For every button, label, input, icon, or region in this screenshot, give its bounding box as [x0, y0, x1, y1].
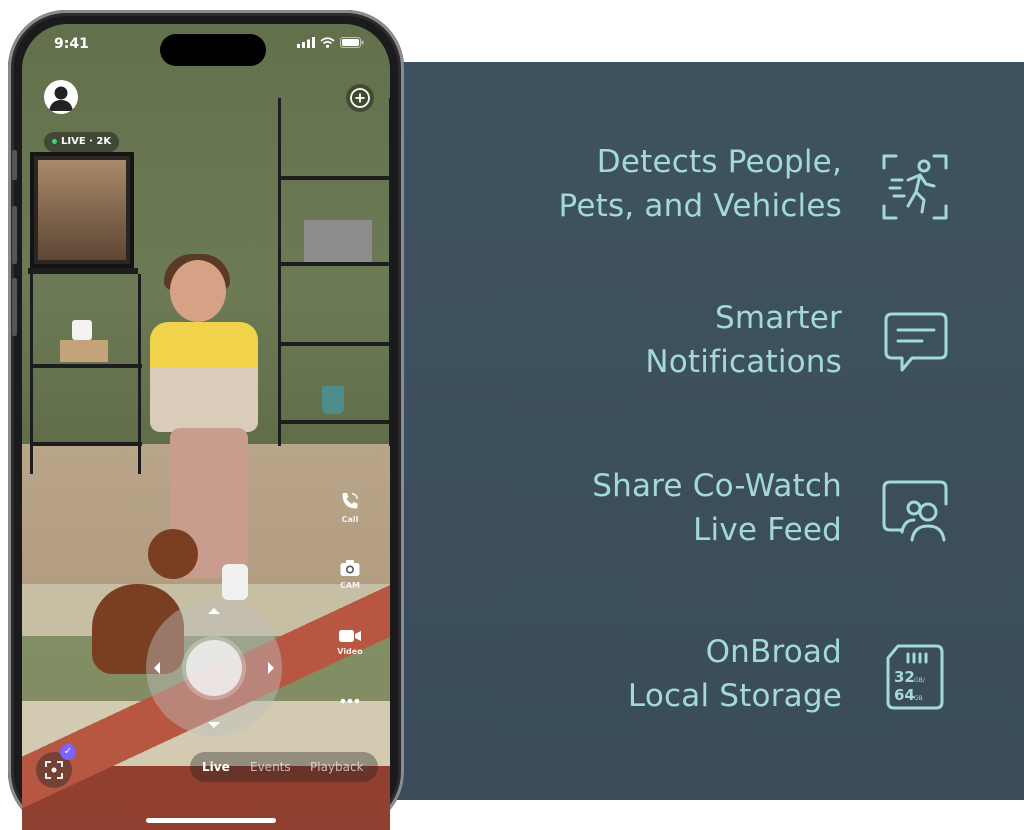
feature-storage: OnBroad Local Storage 32 GB/ 64 GB — [330, 630, 1024, 750]
feature-line: Local Storage — [627, 678, 842, 714]
feature-line: Live Feed — [693, 512, 842, 548]
video-record-button[interactable]: Video — [330, 628, 370, 656]
live-resolution-badge: LIVE · 2K — [44, 132, 120, 152]
storage-box — [304, 220, 372, 262]
sd-unit-top: GB/ — [914, 677, 926, 684]
status-time: 9:41 — [54, 36, 89, 52]
dog-head — [148, 529, 198, 579]
dynamic-island — [160, 34, 266, 66]
camera-live-view[interactable]: 9:41 LIVE · 2K Call CAM Video ✓ Live Eve… — [22, 24, 390, 830]
profile-avatar-button[interactable] — [44, 80, 78, 114]
feature-detection-text: Detects People, Pets, and Vehicles — [559, 140, 842, 228]
verified-badge: ✓ — [60, 744, 76, 760]
shelf-board — [278, 420, 390, 424]
arrow-down-icon — [208, 722, 220, 728]
cam-label: CAM — [339, 581, 361, 590]
tab-live[interactable]: Live — [202, 752, 230, 782]
tv-picture — [38, 160, 126, 260]
feature-storage-text: OnBroad Local Storage — [628, 630, 842, 718]
side-button — [12, 206, 17, 264]
shelf-board — [278, 342, 390, 346]
camera-icon — [340, 560, 360, 576]
tab-events[interactable]: Events — [250, 752, 291, 782]
call-button[interactable]: Call — [330, 490, 370, 524]
live-indicator-dot — [52, 138, 57, 144]
call-label: Call — [341, 515, 359, 524]
video-icon — [339, 630, 361, 642]
feature-detection: Detects People, Pets, and Vehicles — [330, 140, 1024, 260]
books — [60, 340, 108, 362]
arrow-left-icon — [154, 662, 160, 674]
feature-line: Pets, and Vehicles — [558, 188, 842, 224]
plus-circle-icon — [350, 88, 370, 108]
joystick-knob[interactable] — [186, 640, 242, 696]
phone-call-icon — [342, 492, 359, 509]
shared-user-icon — [878, 474, 952, 548]
camera-snapshot-button[interactable]: CAM — [330, 558, 370, 590]
video-label: Video — [337, 647, 363, 656]
status-icons — [297, 37, 364, 48]
add-device-button[interactable] — [346, 84, 374, 112]
arrow-right-icon — [268, 662, 274, 674]
sd-size-top: 32 — [894, 668, 915, 686]
battery-icon — [340, 37, 364, 48]
feature-line: Smarter — [715, 300, 842, 336]
feature-line: Detects People, — [596, 144, 842, 180]
arrow-up-icon — [208, 608, 220, 614]
tv-screen — [30, 152, 134, 268]
side-button — [12, 278, 17, 336]
sd-card-icon: 32 GB/ 64 GB — [878, 640, 952, 714]
more-options-button[interactable] — [330, 698, 370, 704]
feature-line: OnBroad — [705, 634, 842, 670]
sd-size-bottom: 64 — [894, 686, 915, 704]
signal-icon — [297, 37, 315, 48]
wifi-icon — [320, 37, 335, 48]
feature-panel: Detects People, Pets, and Vehicles Smart… — [330, 62, 1024, 800]
home-indicator — [146, 818, 276, 823]
plant-pot — [322, 386, 344, 414]
phone-device: 9:41 LIVE · 2K Call CAM Video ✓ Live Eve… — [8, 10, 404, 830]
shelf-board — [30, 364, 142, 368]
shelf-board — [278, 262, 390, 266]
feature-notifications: Smarter Notifications — [330, 296, 1024, 416]
promo-stage: Detects People, Pets, and Vehicles Smart… — [0, 0, 1024, 830]
shelf-board — [278, 176, 390, 180]
feature-cowatch-text: Share Co-Watch Live Feed — [592, 464, 842, 552]
side-button — [12, 150, 17, 180]
feature-line: Share Co-Watch — [592, 468, 842, 504]
live-badge-label: LIVE · 2K — [61, 136, 112, 147]
feature-line: Notifications — [645, 344, 842, 380]
child-torso — [150, 322, 258, 432]
view-mode-tabs: Live Events Playback — [190, 752, 378, 782]
plant-pot — [72, 320, 92, 340]
tab-playback[interactable]: Playback — [310, 752, 364, 782]
sd-unit-bottom: GB — [914, 695, 923, 702]
pan-tilt-joystick[interactable] — [146, 600, 282, 736]
person-detection-icon — [878, 150, 952, 224]
left-shelf — [30, 274, 142, 474]
feature-cowatch: Share Co-Watch Live Feed — [330, 464, 1024, 584]
more-icon — [340, 698, 360, 704]
shelf-board — [30, 442, 142, 446]
user-avatar-icon — [49, 86, 73, 111]
child-head — [170, 260, 226, 322]
child-sock — [222, 564, 248, 600]
chat-notification-icon — [878, 306, 952, 380]
feature-notifications-text: Smarter Notifications — [645, 296, 842, 384]
